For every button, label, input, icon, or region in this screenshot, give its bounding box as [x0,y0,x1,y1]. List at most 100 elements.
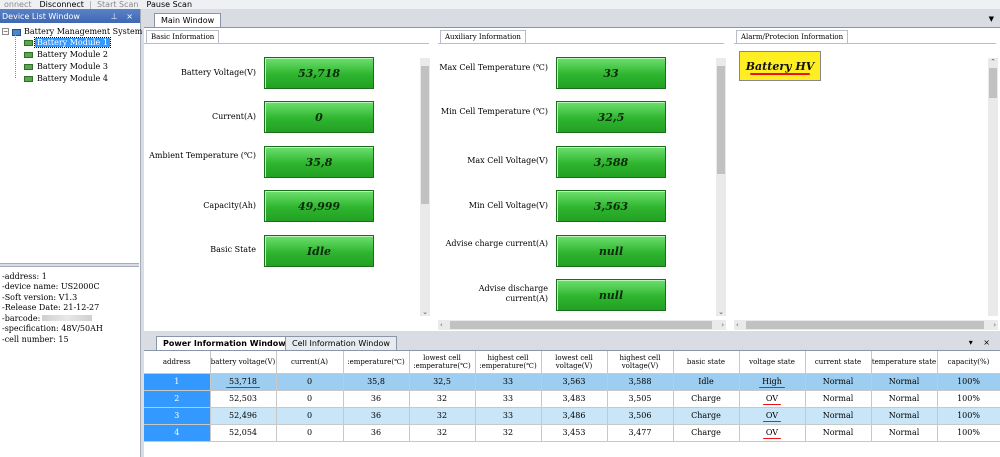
annotated-value: OV [762,394,782,405]
scroll-left-icon[interactable]: ‹ [440,320,443,330]
tree-item-module-3[interactable]: Battery Module 3 [24,62,110,71]
scroll-up-icon[interactable]: ⌃ [988,58,998,66]
info-barcode: - barcode: [2,313,138,324]
scroll-down-icon[interactable]: ⌄ [716,308,726,316]
column-header[interactable]: :emperature(℃) [343,351,410,374]
cell-capacity: 100% [937,390,1000,408]
cell-lowest-temperature: 32 [409,407,476,425]
scroll-thumb[interactable] [450,321,712,329]
alarm-info-panel: Alarm/Protecion Information Battery HV ⌃… [734,28,1000,332]
tree-item-label: Battery Module 3 [37,62,108,71]
tree-item-module-4[interactable]: Battery Module 4 [24,74,110,83]
table-row[interactable]: 2 52,503 0 36 32 33 3,483 3,505 Charge O… [144,390,1000,408]
cell-lowest-temperature: 32 [409,390,476,408]
scroll-thumb[interactable] [989,68,997,98]
info-device-name: - device name: US2000C [2,282,100,292]
column-header[interactable]: address [144,351,211,374]
cell-basic-state: Charge [673,390,740,408]
scroll-down-icon[interactable]: ⌄ [420,308,430,316]
column-header[interactable]: current(A) [276,351,344,374]
chevron-down-icon[interactable]: ▼ [989,15,994,23]
scroll-right-icon[interactable]: › [993,320,996,330]
info-release-date: - Release Date: 21-12-27 [2,303,100,313]
annotated-value: OV [762,428,782,439]
pause-scan-button[interactable]: Pause Scan [143,0,197,9]
tree-item-label: Battery Module 2 [37,50,108,59]
connect-button[interactable]: onnect [0,0,36,9]
annotated-value: High [759,377,785,388]
start-scan-button[interactable]: Start Scan [93,0,143,9]
table-row[interactable]: 1 53,718 0 35,8 32,5 33 3,563 3,588 Idle… [144,373,1000,391]
column-header[interactable]: battery voltage(V) [210,351,277,374]
column-header[interactable]: voltage state [739,351,806,374]
cell-temperature: 36 [343,407,410,425]
advise-discharge-current-value: null [556,279,666,311]
scroll-right-icon[interactable]: › [721,320,724,330]
tab-main-window[interactable]: Main Window [154,13,222,27]
tree-item-label: Battery Module 4 [37,74,108,83]
tree-item-label: Battery Module 1 [34,37,111,48]
cell-highest-voltage: 3,588 [607,373,674,391]
aux-info-hscroll[interactable]: ‹ › [438,320,726,330]
alarm-hscroll[interactable]: ‹ › [734,320,998,330]
scroll-thumb[interactable] [746,321,984,329]
cell-voltage-state: OV [739,407,806,425]
cell-highest-voltage: 3,505 [607,390,674,408]
table-row[interactable]: 4 52,054 0 36 32 32 3,453 3,477 Charge O… [144,424,1000,442]
tree-root-bms[interactable]: − Battery Management System [2,27,142,36]
tab-power-information[interactable]: Power Information Window [156,336,293,350]
bottom-window-controls[interactable]: ▾ × [969,338,994,347]
scroll-thumb[interactable] [421,66,429,204]
column-header[interactable]: lowest cell :emperature(℃) [409,351,476,374]
cell-highest-temperature: 33 [475,373,542,391]
column-header[interactable]: highest cell voltage(V) [607,351,674,374]
tree-item-module-1[interactable]: Battery Module 1 [24,37,111,48]
device-list-window-buttons[interactable]: ⊥ × [111,12,140,21]
toolbar: onnect Disconnect Start Scan Pause Scan [0,0,1000,9]
alarm-vscroll[interactable]: ⌃ [988,58,998,316]
advise-charge-current-label: Advise charge current(A) [445,239,548,248]
tab-cell-information[interactable]: Cell Information Window [285,336,397,350]
cell-temperature: 36 [343,390,410,408]
divider [144,43,429,44]
basic-info-vscroll[interactable]: ⌄ [420,58,430,316]
annotation-underline [750,73,810,75]
main-window: Main Window ▼ Basic Information Battery … [142,9,1000,331]
power-info-table-wrap: address battery voltage(V) current(A) :e… [144,350,1000,457]
cell-highest-voltage: 3,477 [607,424,674,442]
cell-battery-voltage: 53,718 [210,373,277,391]
device-info-panel: - address: 1 - device name: US2000C - Soft … [2,271,138,345]
cell-address: 3 [144,407,211,425]
annotated-value: OV [762,411,782,422]
battery-module-icon [24,39,33,46]
info-address: - address: 1 [2,271,47,281]
aux-info-vscroll[interactable]: ⌄ [716,58,726,316]
disconnect-button[interactable]: Disconnect [36,0,88,9]
column-header[interactable]: highest cell :emperature(℃) [475,351,542,374]
panel-splitter[interactable] [0,263,139,267]
column-header[interactable]: current state [805,351,872,374]
cell-lowest-voltage: 3,486 [541,407,608,425]
capacity-label: Capacity(Ah) [203,201,256,210]
column-header[interactable]: temperature state [871,351,938,374]
toolbar-separator [89,0,91,9]
cell-temperature: 35,8 [343,373,410,391]
column-header[interactable]: capacity(%) [937,351,1000,374]
scroll-left-icon[interactable]: ‹ [736,320,739,330]
power-info-table: address battery voltage(V) current(A) :e… [144,351,1000,442]
max-cell-voltage-value: 3,588 [556,146,666,178]
battery-voltage-value: 53,718 [264,57,374,89]
advise-charge-current-value: null [556,235,666,267]
cell-address: 2 [144,390,211,408]
redacted-barcode [42,315,93,322]
cell-lowest-voltage: 3,453 [541,424,608,442]
current-value: 0 [264,101,374,133]
cell-voltage-state: High [739,373,806,391]
cell-current-state: Normal [805,390,872,408]
scroll-thumb[interactable] [717,66,725,174]
column-header[interactable]: lowest cell voltage(V) [541,351,608,374]
collapse-icon[interactable]: − [2,28,9,35]
tree-item-module-2[interactable]: Battery Module 2 [24,50,110,59]
table-row[interactable]: 3 52,496 0 36 32 33 3,486 3,506 Charge O… [144,407,1000,425]
column-header[interactable]: basic state [673,351,740,374]
